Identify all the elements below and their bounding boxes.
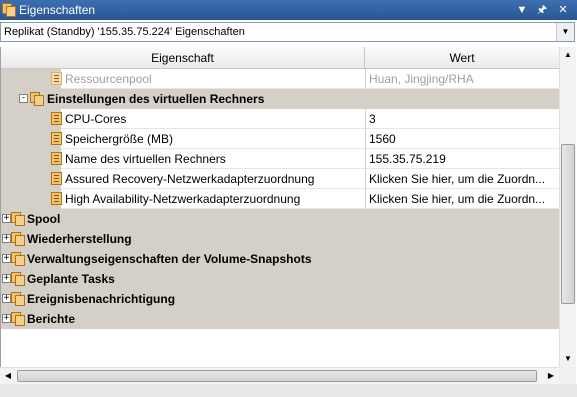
category-icon bbox=[11, 212, 26, 226]
vertical-scroll-thumb[interactable] bbox=[561, 144, 575, 304]
category-row-volume-snapshots[interactable]: + Verwaltungseigenschaften der Volume-Sn… bbox=[1, 249, 559, 269]
category-name: Wiederherstellung bbox=[27, 232, 132, 246]
category-icon bbox=[11, 292, 26, 306]
property-value[interactable]: Klicken Sie hier, um die Zuordn... bbox=[369, 172, 545, 186]
object-selector[interactable]: Replikat (Standby) '155.35.75.224' Eigen… bbox=[0, 22, 575, 42]
column-header-value[interactable]: Wert bbox=[365, 47, 559, 69]
scroll-left-icon[interactable]: ◀ bbox=[0, 368, 16, 384]
category-icon bbox=[11, 312, 26, 326]
category-row-spool[interactable]: + Spool bbox=[1, 209, 559, 229]
scroll-right-icon[interactable]: ▶ bbox=[543, 368, 559, 384]
chevron-down-icon[interactable]: ▼ bbox=[556, 23, 574, 41]
category-name: Verwaltungseigenschaften der Volume-Snap… bbox=[27, 252, 312, 266]
pin-button[interactable]: 🖈 bbox=[534, 2, 550, 18]
property-name: Assured Recovery-Netzwerkadapterzuordnun… bbox=[65, 172, 315, 186]
panel-titlebar: Eigenschaften ▼ 🖈 ✕ bbox=[0, 0, 577, 20]
category-name: Spool bbox=[27, 212, 61, 226]
property-name: CPU-Cores bbox=[65, 112, 127, 126]
category-name: Ereignisbenachrichtigung bbox=[27, 292, 176, 306]
category-icon bbox=[30, 92, 45, 106]
property-row[interactable]: Assured Recovery-Netzwerkadapterzuordnun… bbox=[1, 169, 559, 189]
horizontal-scroll-thumb[interactable] bbox=[17, 370, 537, 382]
close-button[interactable]: ✕ bbox=[555, 2, 571, 18]
property-name: Speichergröße (MB) bbox=[65, 132, 174, 146]
property-value[interactable]: 155.35.75.219 bbox=[369, 152, 446, 166]
expand-icon[interactable]: + bbox=[2, 314, 11, 323]
property-value[interactable]: 3 bbox=[369, 112, 376, 126]
category-row-wiederherstellung[interactable]: + Wiederherstellung bbox=[1, 229, 559, 249]
object-selector-value: Replikat (Standby) '155.35.75.224' Eigen… bbox=[4, 26, 245, 38]
category-icon bbox=[11, 252, 26, 266]
expand-icon[interactable]: + bbox=[2, 234, 11, 243]
property-item-icon bbox=[51, 132, 62, 145]
collapse-icon[interactable]: - bbox=[19, 94, 28, 103]
properties-icon bbox=[2, 3, 16, 17]
category-icon bbox=[11, 232, 26, 246]
expand-icon[interactable]: + bbox=[2, 254, 11, 263]
property-value: Huan, Jingjing/RHA bbox=[369, 72, 474, 86]
scroll-down-icon[interactable]: ▼ bbox=[560, 351, 576, 367]
property-row[interactable]: Ressourcenpool Huan, Jingjing/RHA bbox=[1, 69, 559, 89]
scrollbar-corner bbox=[559, 367, 576, 384]
property-row[interactable]: Name des virtuellen Rechners 155.35.75.2… bbox=[1, 149, 559, 169]
vertical-scrollbar[interactable]: ▲ ▼ bbox=[559, 47, 576, 367]
property-item-icon bbox=[51, 192, 62, 205]
property-row[interactable]: Speichergröße (MB) 1560 bbox=[1, 129, 559, 149]
category-row-ereignisbenachrichtigung[interactable]: + Ereignisbenachrichtigung bbox=[1, 289, 559, 309]
category-name: Berichte bbox=[27, 312, 76, 326]
property-value[interactable]: Klicken Sie hier, um die Zuordn... bbox=[369, 192, 545, 206]
window-menu-button[interactable]: ▼ bbox=[514, 2, 530, 18]
property-name: High Availability-Netzwerkadapterzuordnu… bbox=[65, 192, 301, 206]
property-item-icon bbox=[51, 112, 62, 125]
category-name: Geplante Tasks bbox=[27, 272, 115, 286]
category-row-berichte[interactable]: + Berichte bbox=[1, 309, 559, 329]
property-grid: Eigenschaft Wert Ressourcenpool Huan, Ji… bbox=[0, 47, 559, 367]
subcategory-name: Einstellungen des virtuellen Rechners bbox=[47, 92, 265, 106]
property-row[interactable]: CPU-Cores 3 bbox=[1, 109, 559, 129]
expand-icon[interactable]: + bbox=[2, 274, 11, 283]
scroll-up-icon[interactable]: ▲ bbox=[560, 47, 576, 63]
property-name: Ressourcenpool bbox=[65, 72, 152, 86]
property-item-icon bbox=[51, 72, 62, 85]
property-name: Name des virtuellen Rechners bbox=[65, 152, 226, 166]
property-value[interactable]: 1560 bbox=[369, 132, 396, 146]
expand-icon[interactable]: + bbox=[2, 294, 11, 303]
panel-title: Eigenschaften bbox=[19, 3, 96, 17]
property-item-icon bbox=[51, 172, 62, 185]
category-icon bbox=[11, 272, 26, 286]
column-header-property[interactable]: Eigenschaft bbox=[1, 47, 365, 69]
expand-icon[interactable]: + bbox=[2, 214, 11, 223]
panel-bottom-edge bbox=[0, 384, 577, 397]
property-item-icon bbox=[51, 152, 62, 165]
subcategory-row[interactable]: - Einstellungen des virtuellen Rechners bbox=[1, 89, 559, 109]
property-row[interactable]: High Availability-Netzwerkadapterzuordnu… bbox=[1, 189, 559, 209]
category-row-geplante-tasks[interactable]: + Geplante Tasks bbox=[1, 269, 559, 289]
horizontal-scrollbar[interactable]: ◀ ▶ bbox=[0, 367, 559, 384]
